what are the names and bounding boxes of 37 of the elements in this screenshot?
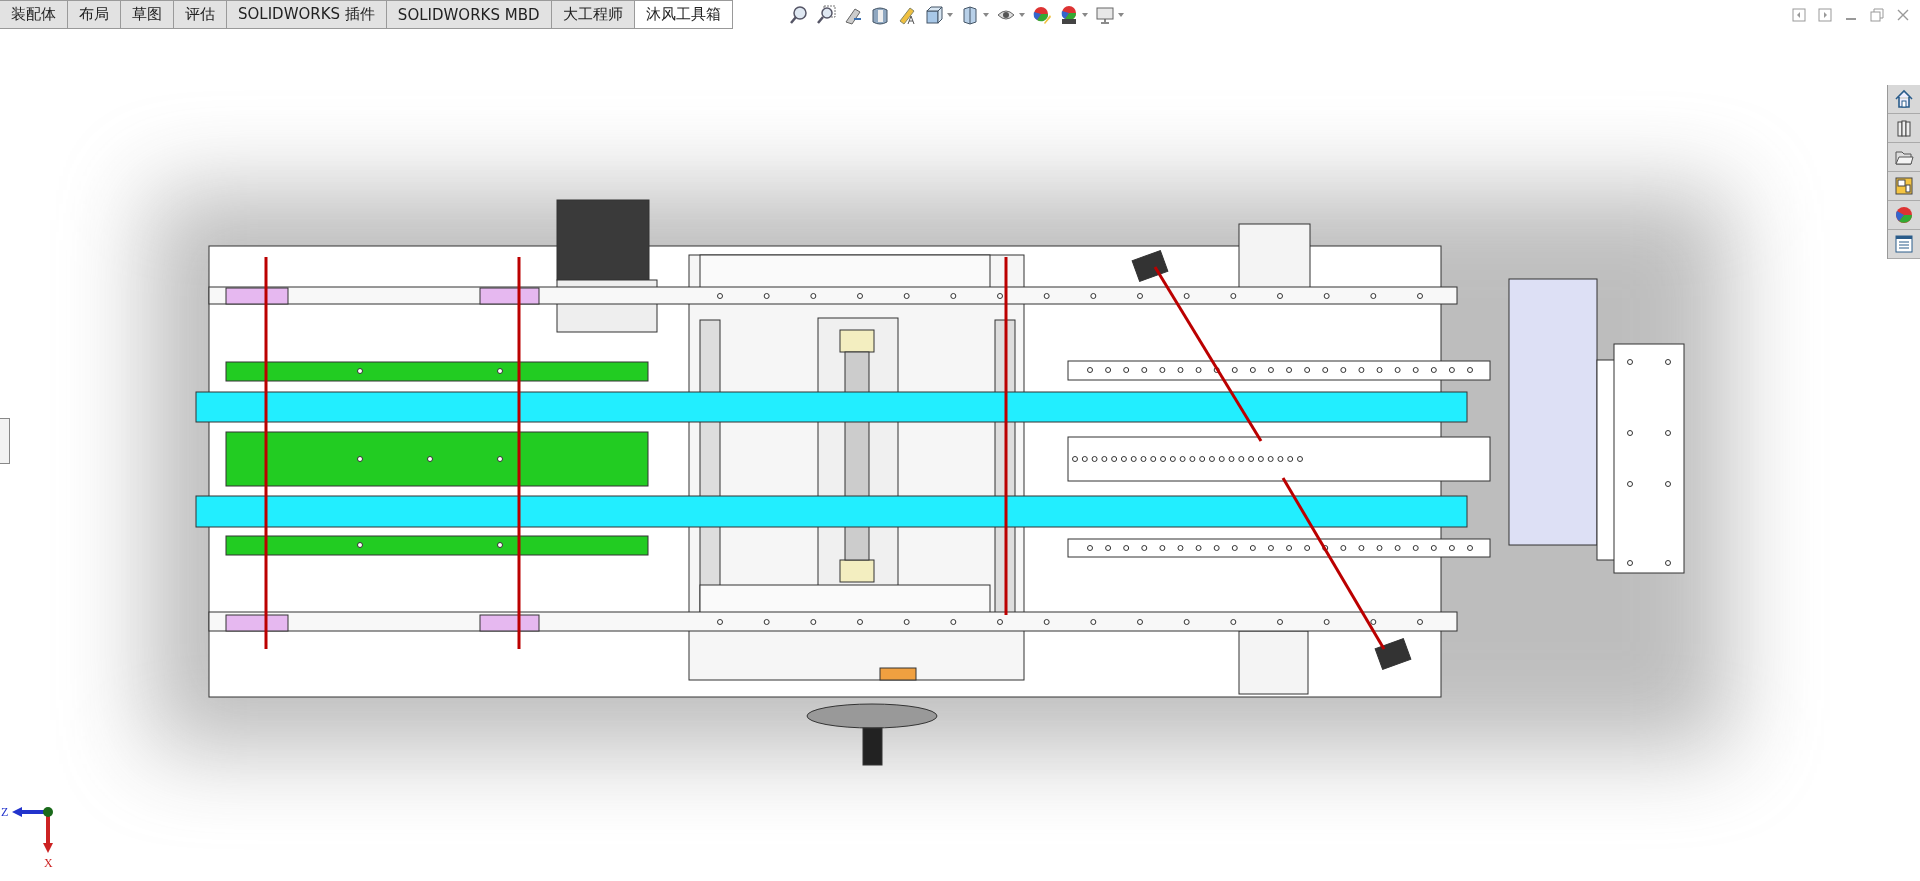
ribbon-tab[interactable]: 评估 xyxy=(174,0,227,28)
pane-right-icon[interactable] xyxy=(1818,8,1832,22)
cylinder-icon[interactable] xyxy=(869,5,890,25)
axis-label: X xyxy=(44,856,53,870)
close-icon[interactable] xyxy=(1896,8,1910,22)
ribbon-tab[interactable]: SOLIDWORKS 插件 xyxy=(227,0,387,28)
panel-expand-handle[interactable] xyxy=(0,418,10,464)
origin-dot xyxy=(43,807,53,817)
zoom-area-icon[interactable] xyxy=(815,5,836,25)
ribbon-tab[interactable]: 布局 xyxy=(68,0,121,28)
caret-icon[interactable] xyxy=(1018,13,1025,17)
task-pane-tab[interactable] xyxy=(1888,85,1920,114)
monitor-icon[interactable] xyxy=(1094,5,1115,25)
ribbon-tab[interactable]: SOLIDWORKS MBD xyxy=(386,0,552,28)
ribbon-tab[interactable]: 大工程师 xyxy=(551,0,635,28)
task-pane-tab[interactable] xyxy=(1888,230,1920,259)
home-icon[interactable] xyxy=(1894,89,1914,109)
cube-icon[interactable] xyxy=(923,5,944,25)
pane-left-icon[interactable] xyxy=(1792,8,1806,22)
list-icon[interactable] xyxy=(1894,234,1914,254)
ribbon-tab[interactable]: 草图 xyxy=(121,0,174,28)
caret-icon[interactable] xyxy=(1117,13,1124,17)
task-pane-tab[interactable] xyxy=(1888,114,1920,143)
axis-label: Z xyxy=(1,805,9,819)
task-pane-tab[interactable] xyxy=(1888,172,1920,201)
caret-icon[interactable] xyxy=(946,13,953,17)
ribbon-tab[interactable]: 沐风工具箱 xyxy=(634,0,733,28)
color-ball-icon[interactable] xyxy=(1894,205,1914,225)
caret-icon[interactable] xyxy=(1081,13,1088,17)
caret-icon[interactable] xyxy=(982,13,989,17)
panel-grid-icon[interactable] xyxy=(1894,176,1914,196)
ribbon-tab[interactable]: 装配体 xyxy=(0,0,68,28)
task-pane-tab[interactable] xyxy=(1888,143,1920,172)
books-icon[interactable] xyxy=(1894,118,1914,138)
color-ball-icon[interactable] xyxy=(1031,5,1052,25)
task-pane-tab[interactable] xyxy=(1888,201,1920,230)
magnifier-icon[interactable] xyxy=(788,5,809,25)
